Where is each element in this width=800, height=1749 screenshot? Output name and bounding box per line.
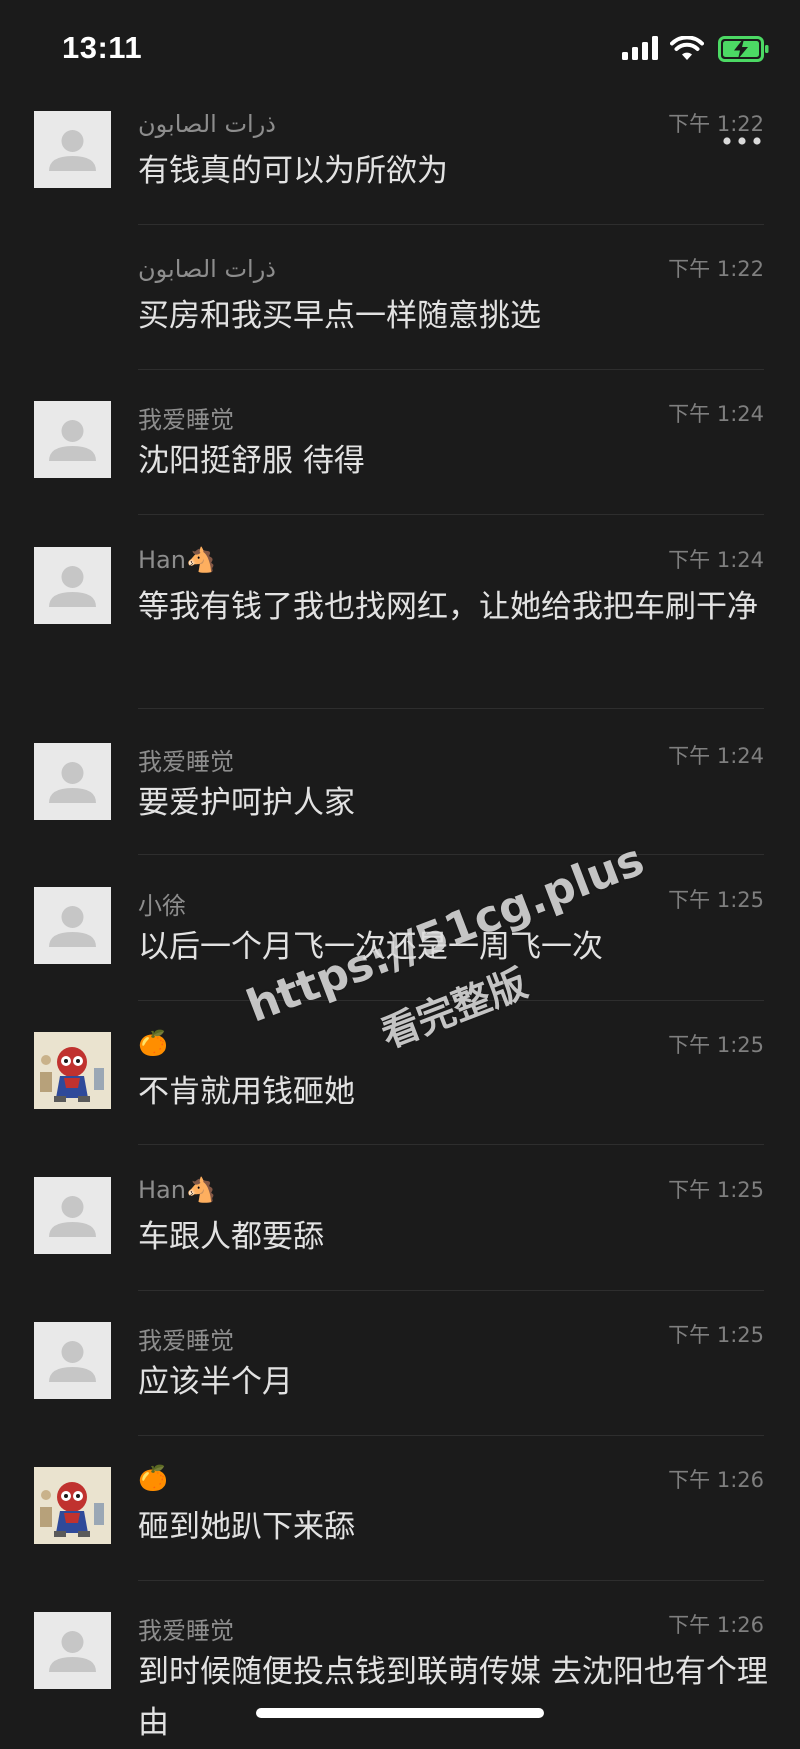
message-sender: 🍊 — [138, 1029, 168, 1057]
avatar-default[interactable] — [34, 111, 111, 188]
divider — [138, 514, 764, 515]
message-sender: 我爱睡觉 — [138, 1617, 234, 1645]
message-time: 下午 1:25 — [668, 1178, 764, 1202]
watermark: https://51cg.plus 看完整版 — [230, 830, 660, 1056]
message-text: 买房和我买早点一样随意挑选 — [138, 298, 541, 334]
divider — [138, 369, 764, 370]
message-text: 等我有钱了我也找网红，让她给我把车刷干净 — [138, 589, 758, 625]
avatar-default[interactable] — [34, 547, 111, 624]
message-text: 要爱护呵护人家 — [138, 785, 355, 821]
message-text: 应该半个月 — [138, 1364, 293, 1400]
message-text: 沈阳挺舒服 待得 — [138, 443, 365, 479]
message-text: 不肯就用钱砸她 — [138, 1074, 355, 1110]
message-time: 下午 1:25 — [668, 1323, 764, 1347]
message-sender: Han🐴 — [138, 1176, 216, 1204]
message-time: 下午 1:22 — [668, 112, 764, 136]
divider — [138, 1000, 764, 1001]
message-time: 下午 1:25 — [668, 1033, 764, 1057]
divider — [138, 1435, 764, 1436]
message-text: 有钱真的可以为所欲为 — [138, 153, 448, 189]
avatar-illustration[interactable] — [34, 1032, 111, 1109]
avatar-default[interactable] — [34, 743, 111, 820]
message-sender: 我爱睡觉 — [138, 406, 234, 434]
avatar-default[interactable] — [34, 1177, 111, 1254]
avatar-illustration[interactable] — [34, 1467, 111, 1544]
wifi-icon — [670, 36, 704, 60]
avatar-default[interactable] — [34, 401, 111, 478]
divider — [138, 224, 764, 225]
message-time: 下午 1:24 — [668, 744, 764, 768]
message-sender: Han🐴 — [138, 546, 216, 574]
avatar-default[interactable] — [34, 887, 111, 964]
message-sender: ذرات الصابون — [138, 110, 276, 138]
divider — [138, 854, 764, 855]
message-time: 下午 1:24 — [668, 402, 764, 426]
home-indicator[interactable] — [256, 1708, 544, 1718]
status-bar: 13:11 — [0, 0, 800, 100]
message-time: 下午 1:24 — [668, 548, 764, 572]
message-text: 砸到她趴下来舔 — [138, 1509, 355, 1545]
battery-charging-icon — [718, 36, 769, 62]
divider — [138, 1144, 764, 1145]
message-sender: ذرات الصابون — [138, 255, 276, 283]
message-sender: 小徐 — [138, 892, 186, 920]
avatar-default[interactable] — [34, 1612, 111, 1689]
message-time: 下午 1:26 — [668, 1468, 764, 1492]
message-text: 车跟人都要舔 — [138, 1219, 324, 1255]
cellular-signal-icon — [622, 36, 658, 60]
divider — [138, 1290, 764, 1291]
message-time: 下午 1:26 — [668, 1613, 764, 1637]
divider — [138, 1580, 764, 1581]
message-sender: 🍊 — [138, 1464, 168, 1492]
status-time: 13:11 — [62, 30, 143, 65]
message-sender: 我爱睡觉 — [138, 1327, 234, 1355]
avatar-default[interactable] — [34, 1322, 111, 1399]
message-text: 到时候随便投点钱到联萌传媒 去沈阳也有个理由 — [138, 1654, 768, 1741]
message-time: 下午 1:25 — [668, 888, 764, 912]
message-time: 下午 1:22 — [668, 257, 764, 281]
message-text: 以后一个月飞一次还是一周飞一次 — [138, 929, 603, 965]
divider — [138, 708, 764, 709]
message-sender: 我爱睡觉 — [138, 748, 234, 776]
